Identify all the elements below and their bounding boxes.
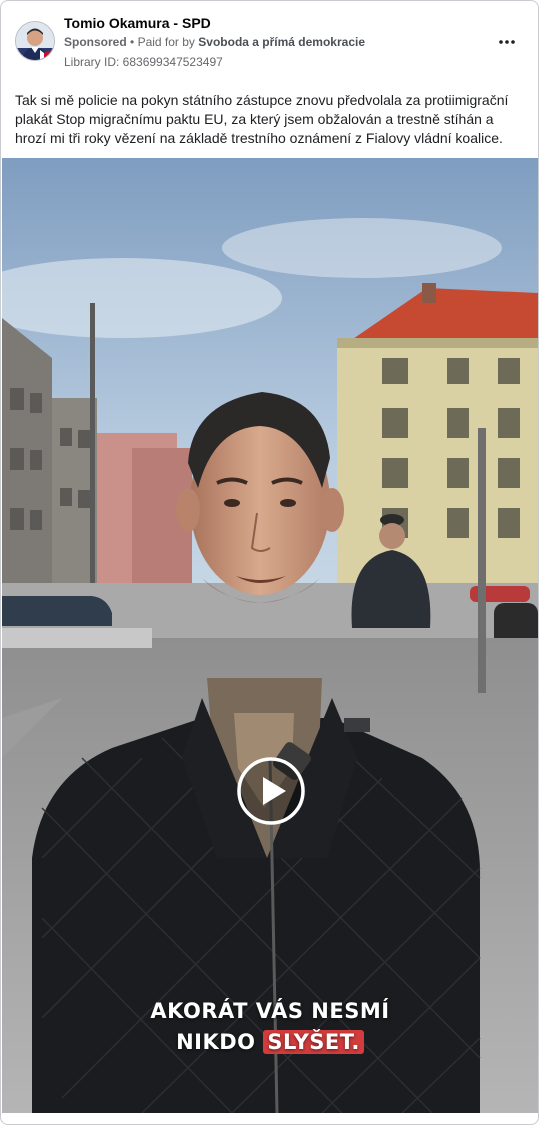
play-icon: [237, 757, 305, 825]
video-frame: [2, 158, 538, 1113]
more-horizontal-icon: [499, 40, 515, 44]
avatar[interactable]: [15, 21, 55, 61]
ad-card: Tomio Okamura - SPD Sponsored • Paid for…: [0, 0, 539, 1125]
sponsored-label: Sponsored: [64, 35, 127, 49]
caption-word: NIKDO: [176, 1030, 256, 1054]
video-player[interactable]: AKORÁT VÁS NESMÍ NIKDO SLYŠET.: [2, 158, 538, 1113]
page-name[interactable]: Tomio Okamura - SPD: [64, 15, 211, 31]
payer-name[interactable]: Svoboda a přímá demokracie: [198, 35, 365, 49]
caption-line-2: NIKDO SLYŠET.: [2, 1027, 538, 1058]
more-options-button[interactable]: [491, 31, 523, 53]
separator: •: [130, 35, 135, 49]
paid-for-prefix: Paid for by: [137, 35, 195, 49]
ad-header: Tomio Okamura - SPD Sponsored • Paid for…: [1, 1, 538, 81]
video-caption: AKORÁT VÁS NESMÍ NIKDO SLYŠET.: [2, 996, 538, 1058]
caption-highlight: SLYŠET.: [263, 1030, 364, 1054]
sponsored-line: Sponsored • Paid for by Svoboda a přímá …: [64, 35, 365, 49]
caption-line-1: AKORÁT VÁS NESMÍ: [150, 999, 390, 1023]
ad-body-text: Tak si mě policie na pokyn státního zást…: [15, 92, 509, 146]
play-button[interactable]: [236, 756, 306, 826]
library-id: Library ID: 683699347523497: [64, 55, 223, 69]
